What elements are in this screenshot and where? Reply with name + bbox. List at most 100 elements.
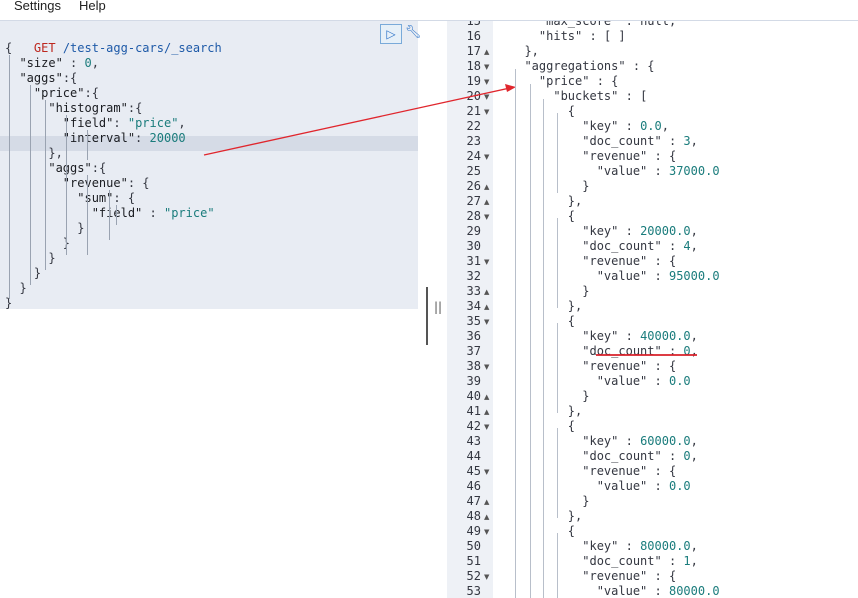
response-line: 45 ▼ "revenue" : {	[447, 464, 858, 479]
line-number: 45	[466, 464, 481, 478]
fold-collapse-icon[interactable]: ▼	[484, 465, 489, 480]
request-body-line: }	[5, 236, 71, 250]
menu-help[interactable]: Help	[79, 0, 106, 13]
response-code: }	[510, 179, 590, 193]
request-url: /test-agg-cars/_search	[55, 41, 222, 55]
response-line: 35 ▼ {	[447, 314, 858, 329]
pane-resizer[interactable]: ||	[434, 300, 442, 314]
line-number: 31	[466, 254, 481, 268]
response-line: 41 ▲ },	[447, 404, 858, 419]
wrench-icon[interactable]: 🔧︎	[404, 24, 422, 42]
line-number: 20	[466, 89, 481, 103]
fold-collapse-icon[interactable]: ▼	[484, 360, 489, 375]
fold-collapse-icon[interactable]: ▼	[484, 105, 489, 120]
request-body-line: "field": "price",	[62, 116, 186, 130]
line-number: 30	[466, 239, 481, 253]
fold-collapse-icon[interactable]: ▼	[484, 570, 489, 585]
indent-guide	[543, 99, 544, 598]
indent-guide	[557, 218, 558, 308]
response-code: },	[510, 404, 583, 418]
response-line: 31 ▼ "revenue" : {	[447, 254, 858, 269]
fold-expand-icon[interactable]: ▲	[484, 390, 489, 405]
line-number: 15	[466, 21, 481, 28]
response-line: 22 "key" : 0.0,	[447, 119, 858, 134]
response-line: 47 ▲ }	[447, 494, 858, 509]
request-body-line: "interval": 20000	[62, 131, 186, 145]
response-code: "revenue" : {	[582, 569, 677, 583]
response-line: 16 "hits" : [ ]	[447, 29, 858, 44]
request-editor[interactable]: GET /test-agg-cars/_search { "size" : 0,…	[0, 21, 418, 310]
response-line: 32 "value" : 95000.0	[447, 269, 858, 284]
line-number: 28	[466, 209, 481, 223]
fold-collapse-icon[interactable]: ▼	[484, 75, 489, 90]
fold-collapse-icon[interactable]: ▼	[484, 150, 489, 165]
fold-collapse-icon[interactable]: ▼	[484, 420, 489, 435]
line-number: 53	[466, 584, 481, 598]
line-number: 40	[466, 389, 481, 403]
response-code: "value" : 37000.0	[596, 164, 720, 178]
response-line: 48 ▲ },	[447, 509, 858, 524]
request-body-line: "size" : 0,	[19, 56, 99, 70]
line-number: 27	[466, 194, 481, 208]
fold-collapse-icon[interactable]: ▼	[484, 525, 489, 540]
fold-expand-icon[interactable]: ▲	[484, 510, 489, 525]
response-line: 17 ▲ },	[447, 44, 858, 59]
indent-guide	[557, 533, 558, 598]
response-code: },	[510, 44, 539, 58]
response-line: 50 "key" : 80000.0,	[447, 539, 858, 554]
response-line: 37 "doc_count" : 0,	[447, 344, 858, 359]
fold-expand-icon[interactable]: ▲	[484, 495, 489, 510]
response-line: 39 "value" : 0.0	[447, 374, 858, 389]
indent-guide	[530, 84, 531, 598]
line-number: 47	[466, 494, 481, 508]
response-code: "key" : 80000.0,	[582, 539, 698, 553]
response-line: 29 "key" : 20000.0,	[447, 224, 858, 239]
request-body-line: "price":{	[33, 86, 99, 100]
fold-collapse-icon[interactable]: ▼	[484, 255, 489, 270]
response-code: "doc_count" : 0,	[582, 344, 698, 358]
line-number: 16	[466, 29, 481, 43]
fold-expand-icon[interactable]: ▲	[484, 300, 489, 315]
line-number: 26	[466, 179, 481, 193]
response-line: 49 ▼ {	[447, 524, 858, 539]
request-body-line: },	[5, 146, 63, 160]
response-line: 36 "key" : 40000.0,	[447, 329, 858, 344]
request-body-line: "aggs":{	[19, 71, 78, 85]
line-number: 17	[466, 44, 481, 58]
fold-collapse-icon[interactable]: ▼	[484, 60, 489, 75]
line-number: 44	[466, 449, 481, 463]
response-line: 51 "doc_count" : 1,	[447, 554, 858, 569]
fold-collapse-icon[interactable]: ▼	[484, 315, 489, 330]
response-code: "key" : 0.0,	[582, 119, 669, 133]
indent-guide	[87, 175, 88, 255]
editor-scrollbar[interactable]	[426, 287, 428, 345]
request-body-line: "revenue": {	[62, 176, 150, 190]
response-code: "doc_count" : 3,	[582, 134, 698, 148]
response-code: "value" : 95000.0	[596, 269, 720, 283]
fold-expand-icon[interactable]: ▲	[484, 180, 489, 195]
line-number: 37	[466, 344, 481, 358]
fold-expand-icon[interactable]: ▲	[484, 285, 489, 300]
run-request-button[interactable]: ▷	[380, 24, 402, 44]
request-body-line: "sum": {	[77, 191, 136, 205]
line-number: 48	[466, 509, 481, 523]
fold-expand-icon[interactable]: ▲	[484, 45, 489, 60]
response-line: 46 "value" : 0.0	[447, 479, 858, 494]
response-line: 30 "doc_count" : 4,	[447, 239, 858, 254]
line-number: 36	[466, 329, 481, 343]
fold-collapse-icon[interactable]: ▼	[484, 90, 489, 105]
response-code: "price" : {	[538, 74, 619, 88]
response-code: },	[510, 509, 583, 523]
request-line-1: GET /test-agg-cars/_search	[5, 26, 222, 55]
fold-expand-icon[interactable]: ▲	[484, 405, 489, 420]
fold-collapse-icon[interactable]: ▼	[484, 210, 489, 225]
line-number: 22	[466, 119, 481, 133]
response-code: "key" : 20000.0,	[582, 224, 698, 238]
line-number: 23	[466, 134, 481, 148]
response-line: 15 "max_score" : null,	[447, 21, 858, 29]
fold-expand-icon[interactable]: ▲	[484, 195, 489, 210]
response-line: 21 ▼ {	[447, 104, 858, 119]
response-line: 53 "value" : 80000.0	[447, 584, 858, 598]
menu-settings[interactable]: Settings	[14, 0, 61, 13]
response-code: }	[510, 284, 590, 298]
